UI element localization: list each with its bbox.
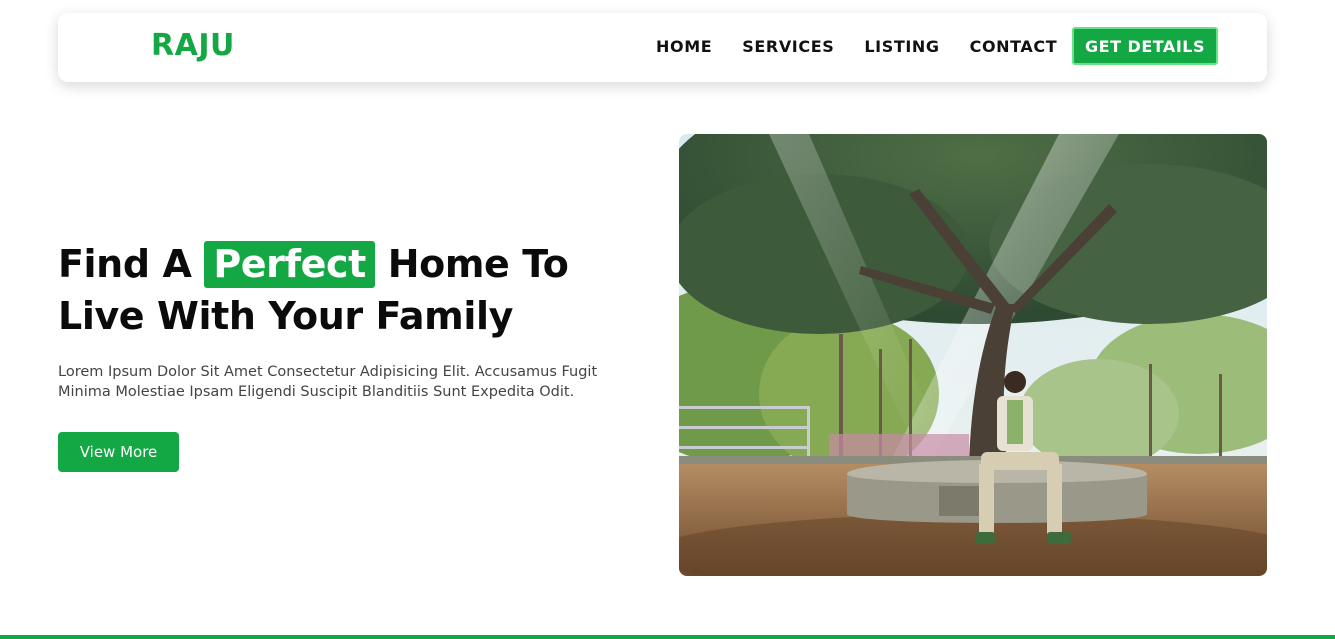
page: RAJU HOME SERVICES LISTING CONTACT GET D… (0, 0, 1335, 639)
section-divider (0, 635, 1335, 639)
get-details-button[interactable]: GET DETAILS (1072, 27, 1218, 65)
logo[interactable]: RAJU (151, 28, 235, 64)
view-more-button[interactable]: View More (58, 432, 179, 472)
hero-image (679, 134, 1267, 576)
hero-title: Find A Perfect Home To Live With Your Fa… (58, 238, 658, 342)
hero-title-start: Find A (58, 242, 192, 286)
nav-link-listing[interactable]: LISTING (864, 36, 939, 58)
nav-link-services[interactable]: SERVICES (742, 36, 834, 58)
hero-title-highlight: Perfect (204, 241, 375, 288)
hero-description: Lorem Ipsum Dolor Sit Amet Consectetur A… (58, 364, 598, 400)
navbar: RAJU HOME SERVICES LISTING CONTACT GET D… (58, 13, 1267, 82)
nav-link-contact[interactable]: CONTACT (970, 36, 1058, 58)
nav-link-home[interactable]: HOME (656, 36, 712, 58)
nav-links: HOME SERVICES LISTING CONTACT (656, 36, 1087, 58)
